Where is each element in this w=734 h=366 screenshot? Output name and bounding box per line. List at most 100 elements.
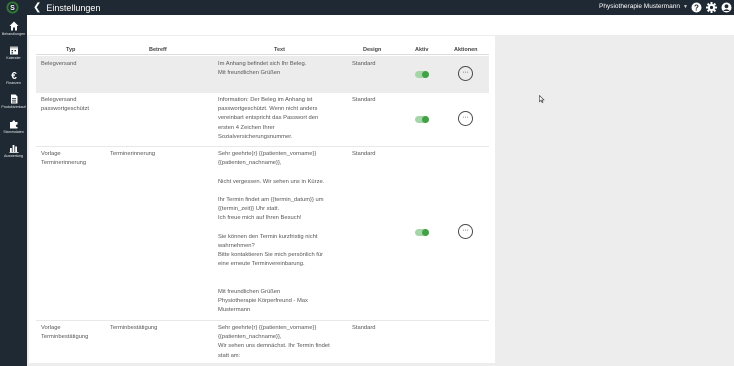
table-row[interactable]: Belegversand passwortgeschützt Informati… [36,94,489,146]
actions-menu-button[interactable]: ··· [458,111,473,126]
cell-typ: Belegversand passwortgeschützt [41,96,105,114]
cell-text-line: {{patienten_nachname}}, [218,160,282,167]
back-chevron-icon: ❮ [33,2,42,13]
page-title: Einstellungen [46,2,101,13]
sidebar-item-label: Stammdaten [3,130,24,134]
header-betreff: Betreff [149,47,167,53]
cell-design: Standard [352,325,376,331]
cell-text-line: statt am: [218,352,241,359]
cell-text: Sehr geehrte{r} {{patienten_vorname}} {{… [218,324,342,361]
puzzle-icon [9,120,17,129]
table-row[interactable]: Vorlage Terminerinnerung Terminerinnerun… [36,148,489,320]
cell-typ-line: Vorlage [41,325,61,331]
cell-text: Im Anhang befindet sich Ihr Beleg. Mit f… [218,60,342,78]
cell-text: Information: Der Beleg im Anhang ist pas… [218,96,342,142]
svg-text:S: S [10,5,15,12]
svg-text:?: ? [694,3,699,12]
cell-typ-line: Terminbestätigung [41,334,89,341]
cell-text-line: {{patienten_nachname}}, [218,334,282,341]
cell-text-line: Ihr Termin findet am {{termin_datum}} um [218,197,324,204]
active-toggle[interactable] [415,71,429,78]
cell-text-line: {{termin_zeit}} Uhr statt. [218,206,280,213]
cell-text-line: Mustermann [218,307,251,314]
cell-text-line: Wir sehen uns demnächst. Ihr Termin find… [218,343,330,350]
row-divider [36,320,489,321]
sidebar-item-label: Kalender [6,56,21,60]
bar-chart-icon [9,145,18,153]
user-icon[interactable] [721,2,732,13]
cell-design: Standard [352,61,376,67]
tenant-name: Physiotherapie Mustermann [599,3,680,10]
cell-text-line: Ich freue mich auf Ihren Besuch! [218,215,302,222]
cell-betreff-line: Terminerinnerung [110,151,156,157]
cell-typ-line: Belegversand [41,61,77,67]
cell-text-line: ersten 4 Zeichen Ihrer [218,124,275,131]
cell-text-line: wahrnehmen? [218,243,255,250]
help-icon[interactable]: ? [691,2,702,13]
header-design: Design [363,47,382,53]
document-icon [10,94,17,104]
toggle-knob [422,116,429,123]
sidebar-item-auswertung[interactable]: Auswertung [0,143,27,165]
cell-typ: Vorlage Terminbestätigung [41,324,105,342]
table-row[interactable]: Vorlage Terminbestätigung Terminbestätig… [36,322,489,363]
cell-text-line: eine erneute Terminvereinbarung. [218,261,305,268]
sidebar: Behandlungen Kalender € Finanzen Produkt… [0,15,27,366]
cell-text-line [218,270,342,279]
sidebar-item-label: Auswertung [4,154,23,158]
cell-typ-line: Terminerinnerung [41,160,87,167]
chevron-down-icon: ▼ [682,3,688,10]
cell-text-line [218,224,342,233]
sidebar-item-stammdaten[interactable]: Stammdaten [0,119,27,141]
tenant-selector[interactable]: Physiotherapie Mustermann ▼ [599,3,688,10]
cell-text-line: passwortgeschützt. Wenn nicht anders [218,106,318,113]
header-typ: Typ [66,47,76,53]
email-templates-panel: Typ Betreff Text Design Aktiv Aktionen B… [29,36,495,363]
home-icon [9,21,18,31]
cell-text: Sehr geehrte{r} {{patienten_vorname}} {{… [218,150,342,316]
sidebar-item-behandlungen[interactable]: Behandlungen [0,21,27,43]
cell-typ-line: passwortgeschützt [41,106,90,113]
cell-text-line: Sie können den Termin kurzfristig nicht [218,233,318,240]
top-bar: S ❮ Einstellungen Physiotherapie Musterm… [0,0,734,15]
header-aktiv: Aktiv [415,47,429,53]
cell-betreff: Terminbestätigung [110,324,210,333]
sidebar-item-kalender[interactable]: Kalender [0,45,27,67]
active-toggle[interactable] [415,116,429,123]
svg-text:€: € [11,71,17,80]
back-button[interactable]: ❮ Einstellungen [33,1,100,14]
mouse-cursor-icon [539,95,545,103]
cell-typ: Vorlage Terminerinnerung [41,150,105,168]
logo-icon[interactable]: S [6,1,19,14]
header-aktionen: Aktionen [454,47,478,53]
active-toggle[interactable] [415,229,429,236]
cell-text-line: Mit freundlichen Grüßen [218,70,281,77]
cell-betreff: Terminerinnerung [110,150,210,159]
calendar-icon [9,46,18,55]
toggle-knob [422,71,429,78]
cell-text-line: Bitte kontaktieren Sie mich persönlich f… [218,252,324,259]
gear-icon[interactable] [706,2,717,13]
sidebar-item-label: Behandlungen [1,32,26,36]
sidebar-item-label: Finanzen [6,81,21,85]
cell-text-line: Information: Der Beleg im Anhang ist [218,97,313,103]
toggle-knob [422,229,429,236]
table-header: Typ Betreff Text Design Aktiv Aktionen [36,45,489,55]
header-text: Text [274,47,285,53]
actions-menu-button[interactable]: ··· [458,224,473,239]
sidebar-item-produktverkauf[interactable]: Produktverkauf [0,94,27,116]
cell-text-line: Sehr geehrte{r} {{patienten_vorname}} [218,151,317,157]
cell-text-line: Sozialversicherungsnummer. [218,133,293,140]
sidebar-item-finanzen[interactable]: € Finanzen [0,70,27,92]
cell-design: Standard [352,151,376,157]
content-header-bar [27,15,734,35]
cell-text-line [218,279,342,288]
cell-text-line [218,187,342,196]
actions-menu-button[interactable]: ··· [458,66,473,81]
cell-typ-line: Belegversand [41,97,77,103]
table-row[interactable]: Belegversand Im Anhang befindet sich Ihr… [36,56,489,93]
euro-icon: € [11,71,17,80]
cell-text-line: Sehr geehrte{r} {{patienten_vorname}} [218,325,317,331]
cell-typ-line: Vorlage [41,151,61,157]
cell-design: Standard [352,97,376,103]
